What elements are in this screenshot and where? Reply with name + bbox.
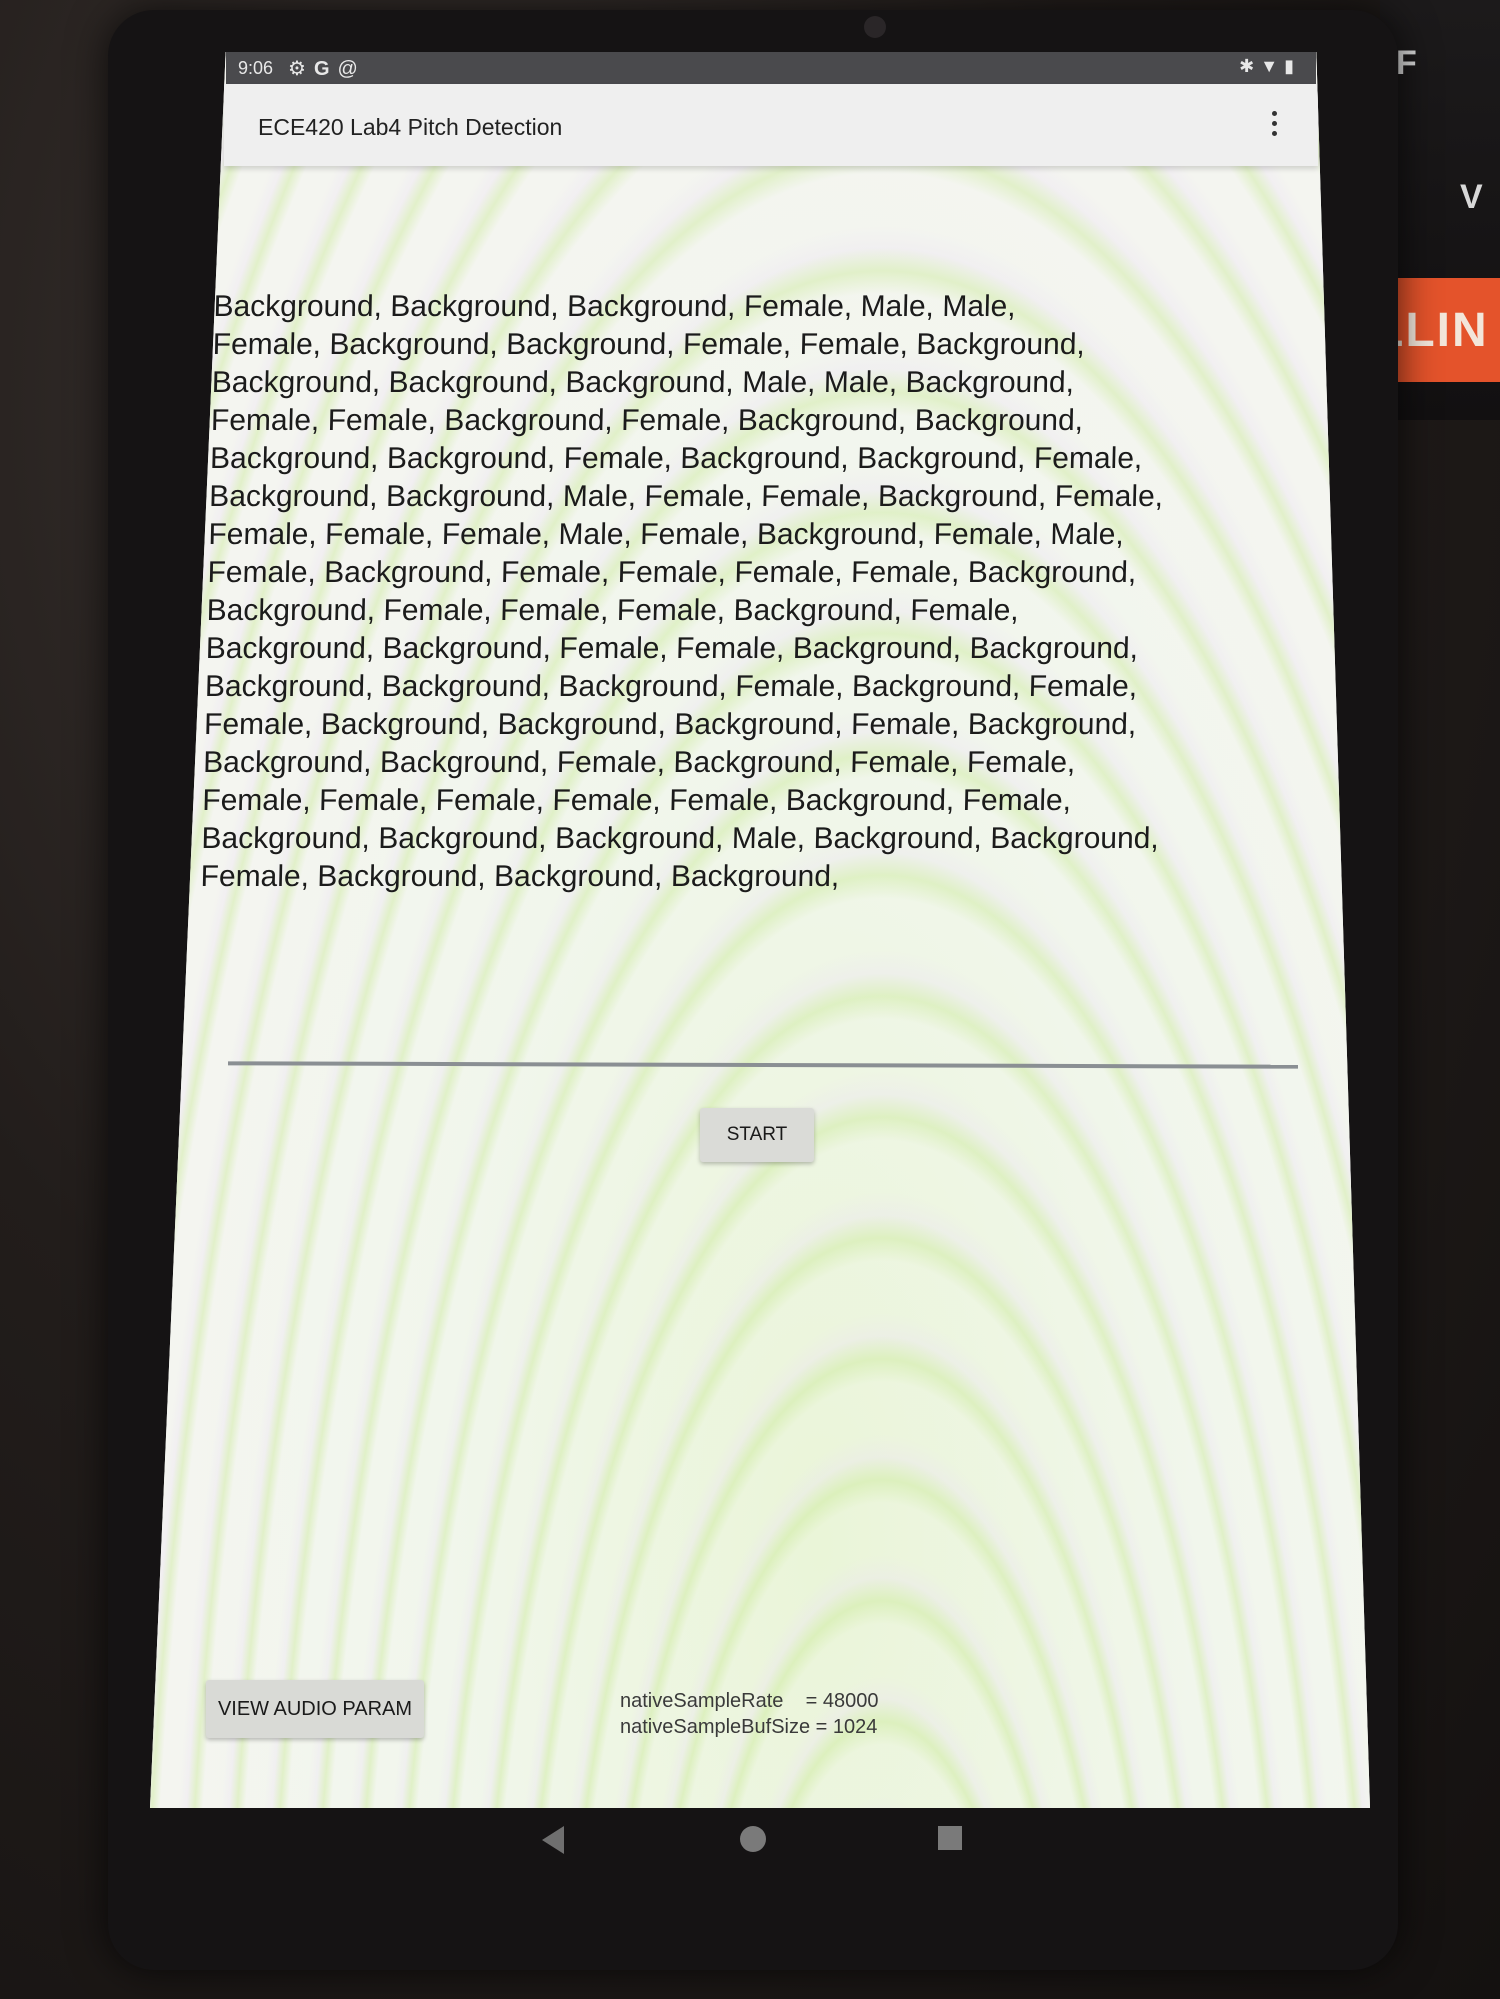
device-screen: 9:06 ⚙G@ ✱▼▮ ECE420 Lab4 Pitch Detection…	[150, 52, 1370, 1808]
classification-results: Background, Background, Background, Fema…	[200, 288, 1294, 896]
result-line: Background, Background, Background, Fema…	[204, 670, 1138, 703]
status-bar: 9:06 ⚙G@ ✱▼▮	[226, 52, 1316, 84]
result-line: Female, Female, Female, Male, Female, Ba…	[208, 518, 1125, 551]
status-icons-left: ⚙G@	[288, 56, 366, 81]
recents-icon[interactable]	[938, 1826, 962, 1850]
status-icons-right: ✱▼▮	[1239, 56, 1300, 77]
result-line: Female, Background, Background, Female, …	[212, 328, 1086, 361]
keyboard-key-v: V	[1460, 178, 1483, 216]
result-line: Background, Background, Female, Backgrou…	[202, 746, 1076, 779]
result-line: Background, Background, Female, Backgrou…	[209, 442, 1143, 475]
result-line: Female, Female, Female, Female, Female, …	[201, 784, 1072, 817]
result-line: Background, Background, Female, Female, …	[205, 632, 1139, 665]
result-line: Female, Background, Background, Backgrou…	[200, 860, 840, 893]
result-line: Background, Background, Background, Male…	[201, 822, 1160, 855]
audio-params-readout: nativeSampleRate = 48000 nativeSampleBuf…	[620, 1690, 879, 1738]
result-line: Background, Background, Background, Male…	[211, 366, 1075, 399]
front-camera	[864, 16, 886, 38]
keyboard-key-f: F	[1396, 44, 1417, 82]
navigation-bar	[150, 1808, 1370, 1898]
home-icon[interactable]	[740, 1826, 766, 1852]
result-line: Female, Female, Background, Female, Back…	[210, 404, 1084, 437]
result-line: Female, Background, Background, Backgrou…	[203, 708, 1137, 741]
wifi-icon: ▼	[1260, 56, 1285, 76]
gear-icon: ⚙	[288, 58, 314, 80]
result-line: Background, Female, Female, Female, Back…	[206, 594, 1020, 627]
app-bar: ECE420 Lab4 Pitch Detection	[224, 84, 1318, 166]
result-line: Female, Background, Female, Female, Fema…	[207, 556, 1137, 589]
status-time: 9:06	[238, 58, 274, 78]
start-button[interactable]: START	[700, 1108, 814, 1162]
view-audio-param-button[interactable]: VIEW AUDIO PARAM	[206, 1680, 424, 1738]
back-icon[interactable]	[542, 1826, 564, 1854]
result-line: Background, Background, Male, Female, Fe…	[208, 480, 1164, 513]
at-sign-icon: @	[337, 58, 366, 80]
google-icon: G	[313, 58, 338, 80]
overflow-menu-icon[interactable]	[1264, 106, 1284, 140]
app-title: ECE420 Lab4 Pitch Detection	[258, 114, 563, 140]
battery-icon: ▮	[1284, 56, 1300, 76]
bluetooth-icon: ✱	[1239, 56, 1261, 76]
result-line: Background, Background, Background, Fema…	[213, 290, 1017, 323]
